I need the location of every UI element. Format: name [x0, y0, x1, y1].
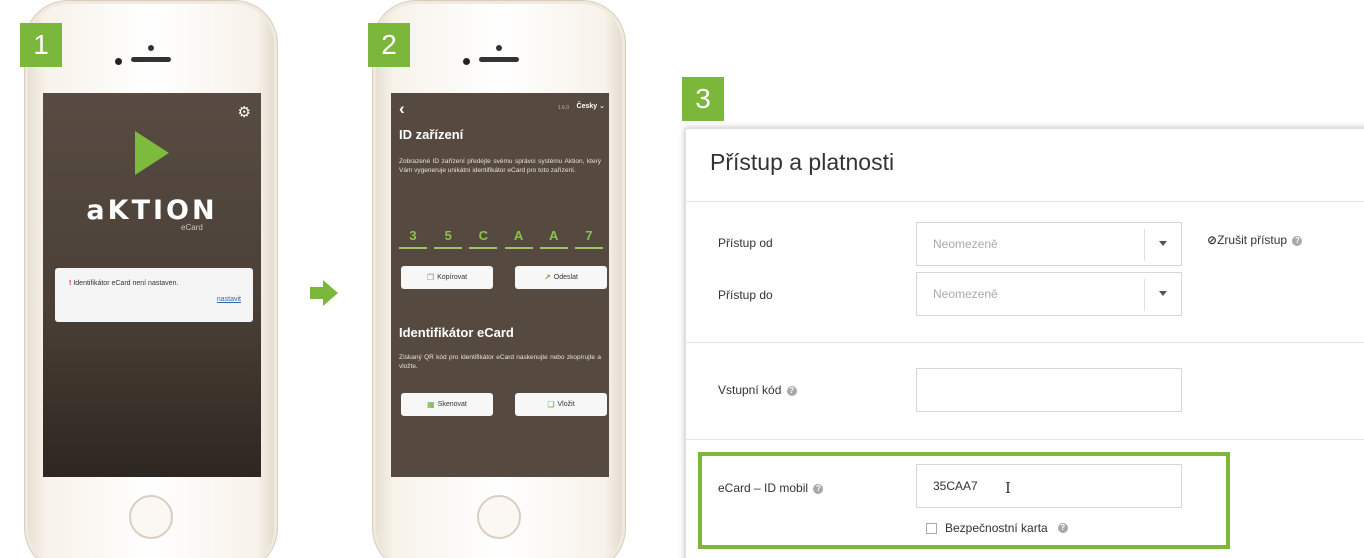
access-from-select[interactable]: Neomezeně — [916, 222, 1182, 266]
play-logo-icon — [135, 131, 169, 175]
back-chevron-icon[interactable]: ‹ — [399, 99, 405, 119]
copy-button-label: Kopírovat — [437, 274, 468, 281]
access-to-label: Přístup do — [718, 288, 773, 302]
phone-2: ‹ 1.6.0 Česky ⌄ ID zařízení Zobrazené ID… — [372, 0, 626, 558]
device-id-display: 3 5 C A A 7 — [399, 223, 603, 249]
speaker-grille — [479, 57, 519, 62]
app-screen-home: ⚙ aKTION eCard ! Identifikátor eCard není… — [43, 93, 261, 477]
camera-dot — [148, 45, 154, 51]
alert-card: ! Identifikátor eCard není nastaven. nast… — [55, 268, 253, 322]
phone-1: ⚙ aKTION eCard ! Identifikátor eCard není… — [24, 0, 278, 558]
app-logo-subtitle: eCard — [181, 223, 203, 232]
copy-icon: ❐ — [426, 273, 435, 282]
heading-device-id: ID zařízení — [399, 127, 464, 142]
copy-button[interactable]: ❐ Kopírovat — [401, 266, 493, 289]
entry-code-label-text: Vstupní kód — [718, 383, 782, 397]
divider — [686, 201, 1364, 202]
scan-button-label: Skenovat — [437, 401, 467, 408]
step-badge-2: 2 — [368, 23, 410, 67]
camera-dot — [496, 45, 502, 51]
device-id-char: 7 — [574, 223, 603, 249]
scan-button[interactable]: ▦ Skenovat — [401, 393, 493, 416]
device-id-char: 3 — [399, 223, 427, 249]
paste-button-label: Vložit — [557, 401, 575, 408]
identifier-description: Získaný QR kód pro identifikátor eCard n… — [399, 354, 601, 370]
step-badge-3: 3 — [682, 77, 724, 121]
divider — [686, 439, 1364, 440]
revoke-access-link[interactable]: ⊘Zrušit přístup ? — [1207, 233, 1303, 247]
speaker-grille — [131, 57, 171, 62]
home-button[interactable] — [477, 495, 521, 539]
warning-icon: ! — [69, 280, 72, 287]
front-camera — [115, 58, 122, 65]
step-badge-1: 1 — [20, 23, 62, 67]
heading-identifier: Identifikátor eCard — [399, 325, 514, 340]
front-camera — [463, 58, 470, 65]
access-from-label: Přístup od — [718, 236, 773, 250]
set-link[interactable]: nastavit — [217, 296, 241, 303]
revoke-access-label: Zrušit přístup — [1217, 233, 1288, 247]
alert-message: ! Identifikátor eCard není nastaven. — [69, 280, 243, 287]
device-id-char: A — [504, 223, 533, 249]
send-button[interactable]: ↗ Odeslat — [515, 266, 607, 289]
help-icon[interactable]: ? — [786, 385, 797, 396]
home-button[interactable] — [129, 495, 173, 539]
ecard-id-highlight-frame — [698, 452, 1230, 549]
divider — [686, 342, 1364, 343]
caret-down-icon — [1159, 291, 1167, 296]
access-to-value: Neomezeně — [933, 287, 998, 301]
language-select[interactable]: Česky ⌄ — [577, 102, 605, 110]
app-screen-settings: ‹ 1.6.0 Česky ⌄ ID zařízení Zobrazené ID… — [391, 93, 609, 477]
qr-code-icon: ▦ — [427, 400, 435, 409]
entry-code-label: Vstupní kód ? — [718, 383, 797, 397]
app-version: 1.6.0 — [557, 105, 569, 111]
help-icon[interactable]: ? — [1292, 235, 1303, 246]
gear-icon[interactable]: ⚙ — [238, 103, 251, 121]
entry-code-input[interactable] — [916, 368, 1182, 412]
paste-icon: ❏ — [547, 400, 555, 409]
access-to-select[interactable]: Neomezeně — [916, 272, 1182, 316]
chevron-down-icon: ⌄ — [599, 103, 605, 110]
device-id-char: C — [469, 223, 498, 249]
alert-text: Identifikátor eCard není nastaven. — [73, 280, 179, 287]
device-id-description: Zobrazené ID zařízení předejte svému spr… — [399, 158, 601, 174]
panel-title: Přístup a platnosti — [710, 149, 895, 175]
device-id-char: A — [539, 223, 568, 249]
access-from-value: Neomezeně — [933, 237, 998, 251]
share-icon: ↗ — [544, 273, 551, 282]
device-id-char: 5 — [434, 223, 463, 249]
paste-button[interactable]: ❏ Vložit — [515, 393, 607, 416]
language-label: Česky — [576, 103, 598, 110]
app-logo: aKTION — [86, 195, 218, 226]
ban-icon: ⊘ — [1207, 233, 1218, 247]
caret-down-icon — [1159, 241, 1167, 246]
send-button-label: Odeslat — [553, 274, 578, 281]
